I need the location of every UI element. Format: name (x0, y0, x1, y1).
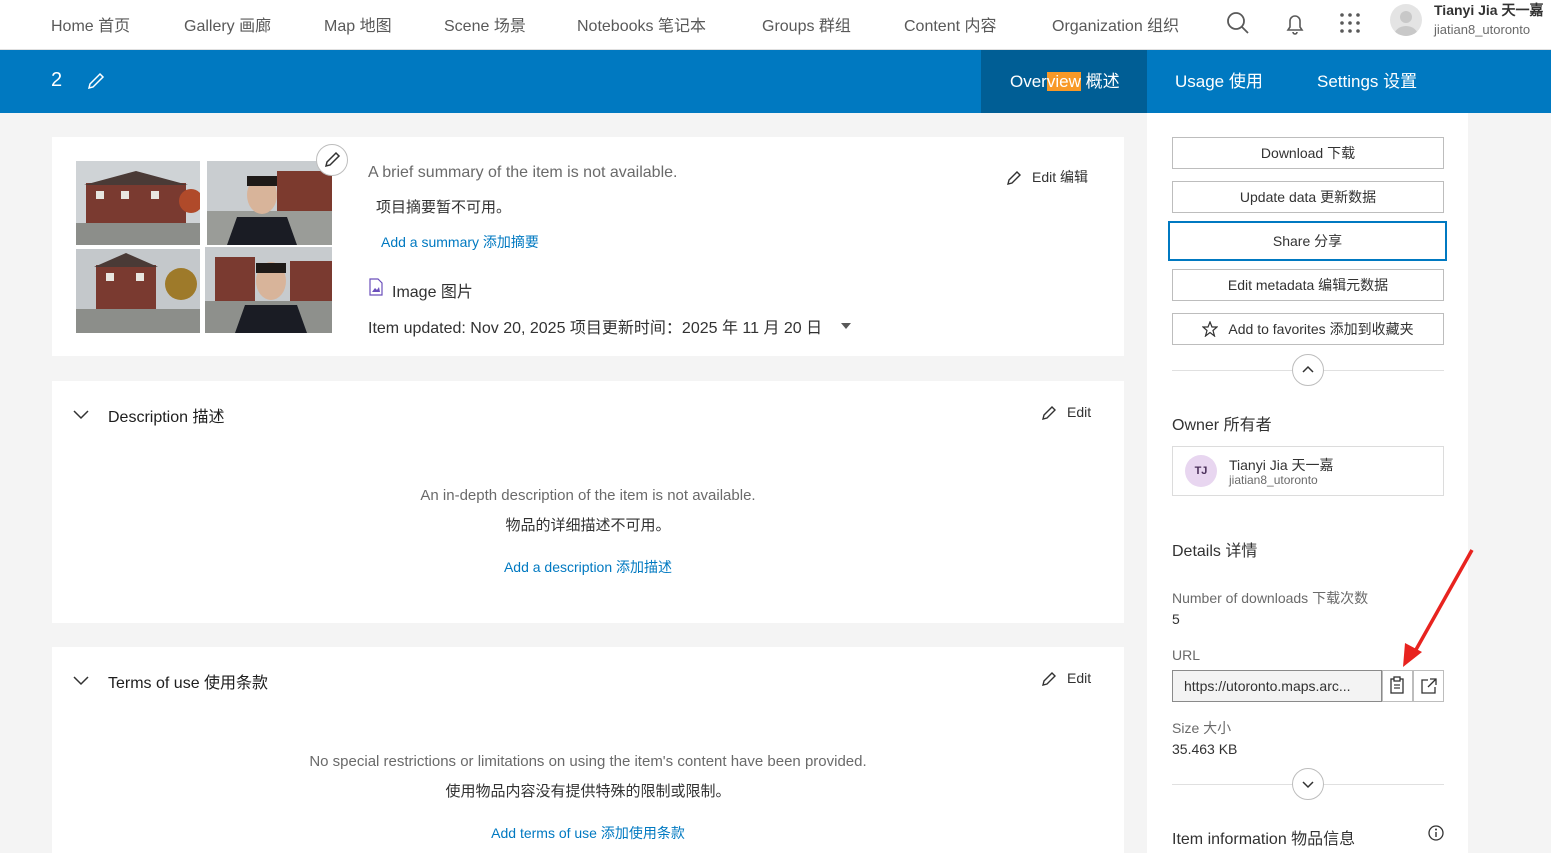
description-card: Description 描述 Edit An in-depth descript… (52, 381, 1124, 623)
edit-summary-button[interactable]: Edit 编辑 (1006, 167, 1088, 187)
user-name[interactable]: Tianyi Jia 天一嘉 (1434, 0, 1543, 20)
size-label: Size 大小 (1172, 720, 1232, 736)
bell-icon[interactable] (1281, 10, 1309, 38)
thumbnail-collage (76, 161, 334, 333)
add-description-link[interactable]: Add a description 添加描述 (52, 557, 1124, 577)
owner-name: Tianyi Jia 天一嘉 (1229, 457, 1334, 473)
item-header-bar: 2 Overview 概述 Usage 使用 Settings 设置 (0, 50, 1551, 113)
tab-overview-label-b: 概述 (1080, 72, 1120, 91)
update-data-button[interactable]: Update data 更新数据 (1172, 181, 1444, 213)
external-link-icon (1421, 678, 1437, 694)
tab-settings[interactable]: Settings 设置 (1317, 50, 1417, 113)
chevron-down-icon[interactable] (72, 405, 90, 423)
chevron-up-icon (1302, 365, 1314, 373)
tab-usage[interactable]: Usage 使用 (1175, 50, 1263, 113)
download-button[interactable]: Download 下载 (1172, 137, 1444, 169)
nav-content[interactable]: Content 内容 (904, 12, 997, 36)
terms-title[interactable]: Terms of use 使用条款 (108, 669, 268, 693)
tab-overview-label-a: Over (1010, 72, 1047, 91)
collapse-button[interactable] (1292, 354, 1324, 386)
star-icon (1201, 320, 1220, 338)
edit-description-label: Edit (1067, 404, 1092, 420)
chevron-down-icon (1302, 781, 1314, 789)
top-navigation: Home 首页 Gallery 画廊 Map 地图 Scene 场景 Noteb… (0, 0, 1551, 50)
clipboard-icon (1390, 676, 1404, 694)
nav-groups[interactable]: Groups 群组 (762, 12, 851, 36)
search-icon[interactable] (1224, 10, 1252, 38)
user-avatar[interactable] (1390, 4, 1422, 36)
edit-metadata-button[interactable]: Edit metadata 编辑元数据 (1172, 269, 1444, 301)
edit-summary-label: Edit 编辑 (1032, 169, 1089, 185)
summary-card: A brief summary of the item is not avail… (52, 137, 1124, 356)
caret-down-icon[interactable] (840, 318, 852, 329)
summary-unavailable-zh: 项目摘要暂不可用。 (376, 199, 512, 216)
summary-unavailable-en: A brief summary of the item is not avail… (368, 164, 678, 181)
tab-overview-label-highlight: view (1046, 72, 1081, 91)
annotation-arrow (1403, 549, 1474, 667)
terms-card: Terms of use 使用条款 Edit No special restri… (52, 647, 1124, 853)
info-icon[interactable] (1428, 825, 1444, 841)
url-label: URL (1172, 647, 1201, 663)
pencil-icon (1042, 672, 1056, 687)
pencil-icon (1042, 406, 1056, 421)
add-to-favorites-button[interactable]: Add to favorites 添加到收藏夹 (1172, 313, 1444, 345)
add-terms-link[interactable]: Add terms of use 添加使用条款 (52, 823, 1124, 843)
owner-handle: jiatian8_utoronto (1229, 473, 1318, 487)
open-url-button[interactable] (1413, 670, 1444, 702)
nav-gallery[interactable]: Gallery 画廊 (184, 12, 271, 36)
item-information-heading: Item information 物品信息 (1172, 831, 1356, 848)
url-field[interactable]: https://utoronto.maps.arc... (1172, 670, 1382, 702)
copy-url-button[interactable] (1382, 670, 1413, 702)
thumbnail-person-2 (205, 247, 332, 333)
owner-heading: Owner 所有者 (1172, 417, 1272, 434)
terms-empty-en: No special restrictions or limitations o… (309, 753, 867, 770)
item-type: Image 图片 (392, 284, 473, 301)
item-sidebar: Download 下载 Update data 更新数据 Share 分享 Ed… (1147, 113, 1468, 853)
item-updated: Item updated: Nov 20, 2025 项目更新时间：2025 年… (368, 320, 823, 337)
add-summary-link[interactable]: Add a summary 添加摘要 (381, 232, 539, 252)
edit-terms-label: Edit (1067, 670, 1092, 686)
nav-organization[interactable]: Organization 组织 (1052, 12, 1179, 36)
share-button[interactable]: Share 分享 (1168, 221, 1447, 261)
terms-empty-zh: 使用物品内容没有提供特殊的限制或限制。 (445, 783, 731, 800)
nav-map[interactable]: Map 地图 (324, 12, 392, 36)
description-empty-en: An in-depth description of the item is n… (420, 487, 756, 504)
nav-scene[interactable]: Scene 场景 (444, 12, 526, 36)
downloads-label: Number of downloads 下载次数 (1172, 590, 1369, 606)
thumbnail-person-1 (207, 161, 332, 245)
edit-thumbnail-button[interactable] (316, 144, 348, 176)
pencil-icon (1007, 171, 1021, 186)
apps-grid-icon[interactable] (1336, 10, 1364, 38)
nav-notebooks[interactable]: Notebooks 笔记本 (577, 12, 706, 36)
user-handle[interactable]: jiatian8_utoronto (1434, 22, 1530, 37)
owner-avatar: TJ (1185, 455, 1217, 487)
chevron-down-icon[interactable] (72, 671, 90, 689)
downloads-value: 5 (1172, 611, 1180, 627)
add-to-favorites-label: Add to favorites 添加到收藏夹 (1228, 321, 1414, 337)
thumbnail-houses-1 (76, 161, 200, 245)
pencil-icon[interactable] (86, 70, 106, 92)
description-title[interactable]: Description 描述 (108, 403, 224, 427)
expand-button[interactable] (1292, 768, 1324, 800)
edit-description-button[interactable]: Edit (1041, 404, 1091, 421)
details-heading: Details 详情 (1172, 543, 1258, 560)
owner-card[interactable]: TJ Tianyi Jia 天一嘉 jiatian8_utoronto (1172, 446, 1444, 496)
size-value: 35.463 KB (1172, 741, 1238, 757)
nav-home[interactable]: Home 首页 (51, 12, 130, 36)
image-file-icon (369, 278, 383, 296)
edit-terms-button[interactable]: Edit (1041, 670, 1091, 687)
description-empty-zh: 物品的详细描述不可用。 (505, 517, 671, 534)
tab-overview[interactable]: Overview 概述 (981, 50, 1147, 113)
thumbnail-houses-2 (76, 249, 200, 333)
item-title: 2 (51, 69, 63, 91)
